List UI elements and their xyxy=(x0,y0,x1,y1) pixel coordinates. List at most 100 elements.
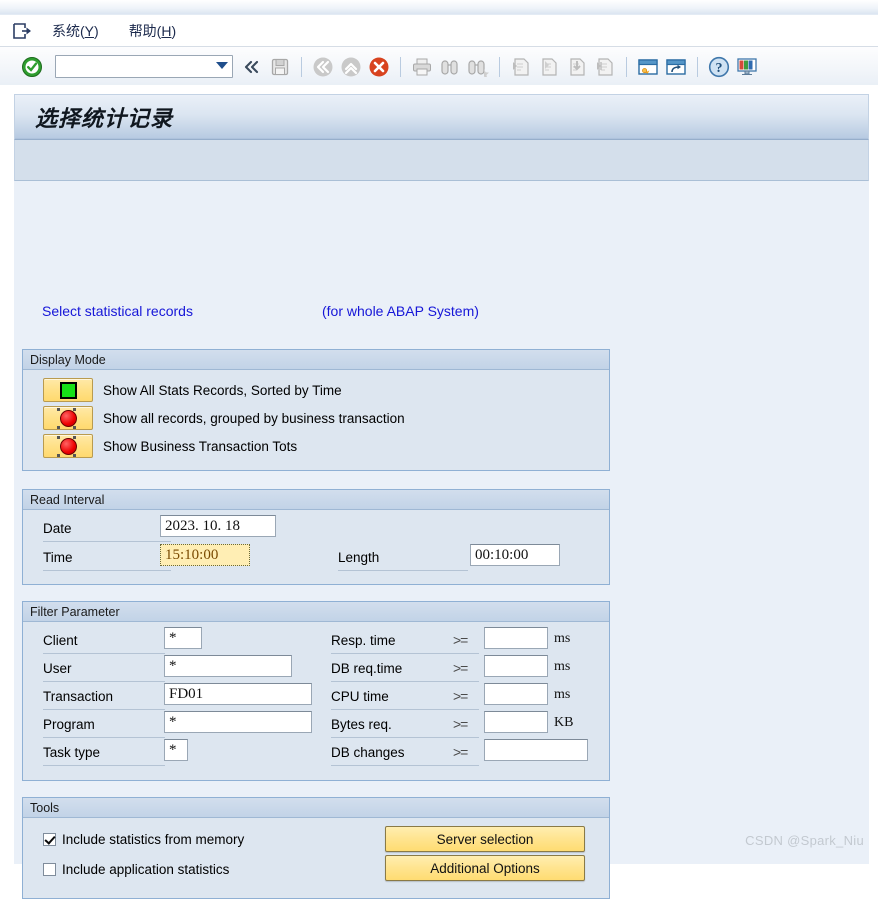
display-mode-option-totals[interactable]: Show Business Transaction Tots xyxy=(43,434,297,458)
db-changes-operator: >= xyxy=(453,744,468,760)
field-rule xyxy=(43,709,165,710)
program-input[interactable]: * xyxy=(164,711,312,733)
resp-time-unit: ms xyxy=(554,631,571,646)
status-red-circle xyxy=(56,407,77,429)
help-icon[interactable]: ? xyxy=(706,54,732,80)
resp-time-input[interactable] xyxy=(484,627,548,649)
first-page-icon xyxy=(508,54,534,80)
green-square-icon[interactable] xyxy=(43,378,93,402)
status-green-square xyxy=(59,381,77,399)
length-label: Length xyxy=(338,550,380,565)
server-selection-button[interactable]: Server selection xyxy=(385,826,585,852)
exit-up-icon xyxy=(338,54,364,80)
menu-item-help-tail: ) xyxy=(171,22,177,39)
menu-item-system[interactable]: 系统(Y) xyxy=(48,19,103,43)
filter-parameter-group: Filter Parameter Client * User * Transac… xyxy=(22,601,610,781)
db-changes-input[interactable] xyxy=(484,739,588,761)
previous-page-icon xyxy=(536,54,562,80)
toolbar-separator xyxy=(301,56,302,77)
print-icon xyxy=(409,54,435,80)
cpu-time-input[interactable] xyxy=(484,683,548,705)
read-interval-group-title: Read Interval xyxy=(23,490,609,510)
field-rule xyxy=(43,765,165,766)
bytes-req-operator: >= xyxy=(453,716,468,732)
time-label: Time xyxy=(43,550,73,565)
bytes-req-input[interactable] xyxy=(484,711,548,733)
window-top-strip xyxy=(0,0,878,15)
create-session-icon[interactable] xyxy=(635,54,661,80)
read-interval-group: Read Interval Date 2023. 10. 18 Time 15:… xyxy=(22,489,610,585)
chevron-down-icon[interactable] xyxy=(216,62,228,69)
menu-item-help[interactable]: 帮助(H) xyxy=(125,19,180,43)
checkbox-include-application-statistics[interactable] xyxy=(43,862,56,876)
bytes-req-unit: KB xyxy=(554,715,574,730)
menu-item-help-label: 帮助( xyxy=(128,22,162,39)
length-input[interactable]: 00:10:00 xyxy=(470,544,560,566)
display-mode-option-all-sorted[interactable]: Show All Stats Records, Sorted by Time xyxy=(43,378,342,402)
cancel-icon[interactable] xyxy=(366,54,392,80)
scope-label: (for whole ABAP System) xyxy=(322,303,479,319)
back-icon xyxy=(310,54,336,80)
cpu-time-label: CPU time xyxy=(331,689,389,704)
display-mode-group: Display Mode Show All Stats Records, Sor… xyxy=(22,349,610,471)
field-rule xyxy=(331,765,479,766)
menu-bar: 系统(Y) 帮助(H) xyxy=(0,15,878,47)
system-menu-icon[interactable] xyxy=(12,22,34,40)
client-input[interactable]: * xyxy=(164,627,202,649)
application-toolbar xyxy=(14,140,869,181)
filter-parameter-group-title: Filter Parameter xyxy=(23,602,609,622)
field-rule xyxy=(43,570,171,571)
field-rule xyxy=(43,653,165,654)
application-page: 选择统计记录 Select statistical records (for w… xyxy=(0,85,878,899)
include-memory-statistics-row[interactable]: Include statistics from memory xyxy=(43,829,244,849)
field-rule xyxy=(43,737,165,738)
toolbar-separator xyxy=(626,56,627,77)
create-shortcut-icon[interactable] xyxy=(663,54,689,80)
display-mode-option-label: Show Business Transaction Tots xyxy=(103,438,298,454)
task-type-label: Task type xyxy=(43,745,101,760)
menu-item-system-label: 系统( xyxy=(52,22,85,39)
tools-group: Tools Include statistics from memory Inc… xyxy=(22,797,610,899)
select-statistical-records-link[interactable]: Select statistical records xyxy=(42,303,193,319)
display-mode-option-label: Show All Stats Records, Sorted by Time xyxy=(103,382,342,398)
toolbar-separator xyxy=(400,56,401,77)
date-label: Date xyxy=(43,521,72,536)
command-field[interactable] xyxy=(55,55,233,78)
red-circle-icon[interactable] xyxy=(43,406,93,430)
additional-options-button[interactable]: Additional Options xyxy=(385,855,585,881)
toolbar-separator xyxy=(697,56,698,77)
db-req-time-unit: ms xyxy=(554,659,571,674)
db-req-time-label: DB req.time xyxy=(331,661,403,676)
toolbar-separator xyxy=(499,56,500,77)
include-application-statistics-row[interactable]: Include application statistics xyxy=(43,859,229,879)
menu-item-system-tail: ) xyxy=(94,22,99,39)
field-rule xyxy=(331,737,479,738)
screen-title-bar: 选择统计记录 xyxy=(14,94,869,140)
main-toolbar: ? xyxy=(0,47,878,87)
screen-window: 选择统计记录 xyxy=(14,94,869,181)
last-page-icon xyxy=(592,54,618,80)
time-input[interactable]: 15:10:00 xyxy=(160,544,250,566)
svg-text:?: ? xyxy=(716,61,723,76)
red-circle-icon[interactable] xyxy=(43,434,93,458)
transaction-input[interactable]: FD01 xyxy=(164,683,312,705)
collapse-left-icon[interactable] xyxy=(239,54,265,80)
find-icon xyxy=(437,54,463,80)
field-rule xyxy=(43,681,165,682)
checkbox-include-memory-statistics[interactable] xyxy=(43,832,56,846)
customize-layout-icon[interactable] xyxy=(734,54,760,80)
next-page-icon xyxy=(564,54,590,80)
page-title: 选择统计记录 xyxy=(35,106,174,131)
date-input[interactable]: 2023. 10. 18 xyxy=(160,515,276,537)
green-check-icon[interactable] xyxy=(19,54,45,80)
field-rule xyxy=(331,653,479,654)
db-req-time-input[interactable] xyxy=(484,655,548,677)
client-label: Client xyxy=(43,633,78,648)
db-changes-label: DB changes xyxy=(331,745,405,760)
watermark: CSDN @Spark_Niu xyxy=(745,833,864,848)
user-label: User xyxy=(43,661,72,676)
transaction-label: Transaction xyxy=(43,689,114,704)
task-type-input[interactable]: * xyxy=(164,739,188,761)
user-input[interactable]: * xyxy=(164,655,292,677)
display-mode-option-grouped[interactable]: Show all records, grouped by business tr… xyxy=(43,406,405,430)
